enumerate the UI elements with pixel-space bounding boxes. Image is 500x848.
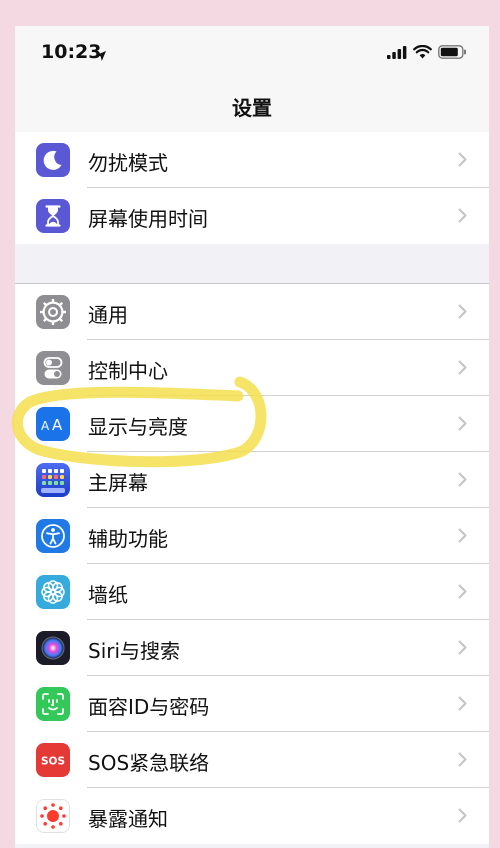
chevron-right-icon: [458, 528, 467, 547]
sos-icon-text: SOS: [41, 756, 65, 768]
settings-row-label: 面容ID与密码: [88, 695, 210, 719]
svg-text:A: A: [41, 419, 50, 433]
settings-row-label: 通用: [88, 303, 128, 327]
siri-icon: [36, 631, 70, 665]
accessibility-icon: [36, 519, 70, 553]
battery-icon: [438, 44, 467, 63]
chevron-right-icon: [458, 584, 467, 603]
settings-row-label: 暴露通知: [88, 807, 168, 831]
cellular-signal-icon: [387, 44, 407, 63]
settings-row-accessibility[interactable]: 辅助功能: [15, 508, 489, 564]
phone-screen: 10:23 设置 勿扰模式 屏幕使用时间 通用 控制中心 A A 显示与亮度 主…: [15, 26, 489, 848]
home-grid-icon: [36, 463, 70, 497]
settings-row-label: 显示与亮度: [88, 415, 188, 439]
settings-row-do-not-disturb[interactable]: 勿扰模式: [15, 132, 489, 188]
sos-icon: SOS: [36, 743, 70, 777]
chevron-right-icon: [458, 416, 467, 435]
settings-row-siri-search[interactable]: Siri与搜索: [15, 620, 489, 676]
settings-row-label: 屏幕使用时间: [88, 207, 208, 231]
settings-row-label: 勿扰模式: [88, 151, 168, 175]
text-size-icon: A A: [36, 407, 70, 441]
chevron-right-icon: [458, 472, 467, 491]
flower-icon: [36, 575, 70, 609]
settings-row-label: 主屏幕: [88, 471, 148, 495]
settings-row-face-id-passcode[interactable]: 面容ID与密码: [15, 676, 489, 732]
chevron-right-icon: [458, 808, 467, 827]
settings-row-home-screen[interactable]: 主屏幕: [15, 452, 489, 508]
face-id-icon: [36, 687, 70, 721]
settings-row-label: 辅助功能: [88, 527, 168, 551]
navigation-bar: 设置: [15, 80, 489, 133]
svg-text:A: A: [52, 416, 63, 434]
settings-row-exposure-notifications[interactable]: 暴露通知: [15, 788, 489, 844]
settings-group-general: 通用 控制中心 A A 显示与亮度 主屏幕 辅助功能 墙纸 Siri与搜索 面容…: [15, 283, 489, 844]
settings-row-screen-time[interactable]: 屏幕使用时间: [15, 188, 489, 244]
settings-row-label: SOS紧急联络: [88, 751, 210, 775]
chevron-right-icon: [458, 640, 467, 659]
chevron-right-icon: [458, 360, 467, 379]
settings-row-general[interactable]: 通用: [15, 284, 489, 340]
settings-group-focus: 勿扰模式 屏幕使用时间: [15, 132, 489, 244]
gear-icon: [36, 295, 70, 329]
chevron-right-icon: [458, 696, 467, 715]
settings-row-display-brightness[interactable]: A A 显示与亮度: [15, 396, 489, 452]
moon-icon: [36, 143, 70, 177]
status-bar: 10:23: [15, 26, 489, 80]
chevron-right-icon: [458, 208, 467, 227]
settings-row-label: 控制中心: [88, 359, 168, 383]
settings-row-emergency-sos[interactable]: SOS SOS紧急联络: [15, 732, 489, 788]
settings-row-wallpaper[interactable]: 墙纸: [15, 564, 489, 620]
chevron-right-icon: [458, 152, 467, 171]
toggles-icon: [36, 351, 70, 385]
exposure-icon: [36, 799, 70, 833]
settings-row-control-center[interactable]: 控制中心: [15, 340, 489, 396]
chevron-right-icon: [458, 752, 467, 771]
status-time: 10:23: [41, 41, 102, 63]
settings-row-label: Siri与搜索: [88, 639, 181, 663]
settings-row-label: 墙纸: [88, 583, 128, 607]
chevron-right-icon: [458, 304, 467, 323]
status-icons: [387, 44, 467, 63]
location-arrow-icon: [95, 47, 107, 66]
page-title: 设置: [232, 96, 272, 120]
hourglass-icon: [36, 199, 70, 233]
wifi-icon: [413, 44, 432, 63]
